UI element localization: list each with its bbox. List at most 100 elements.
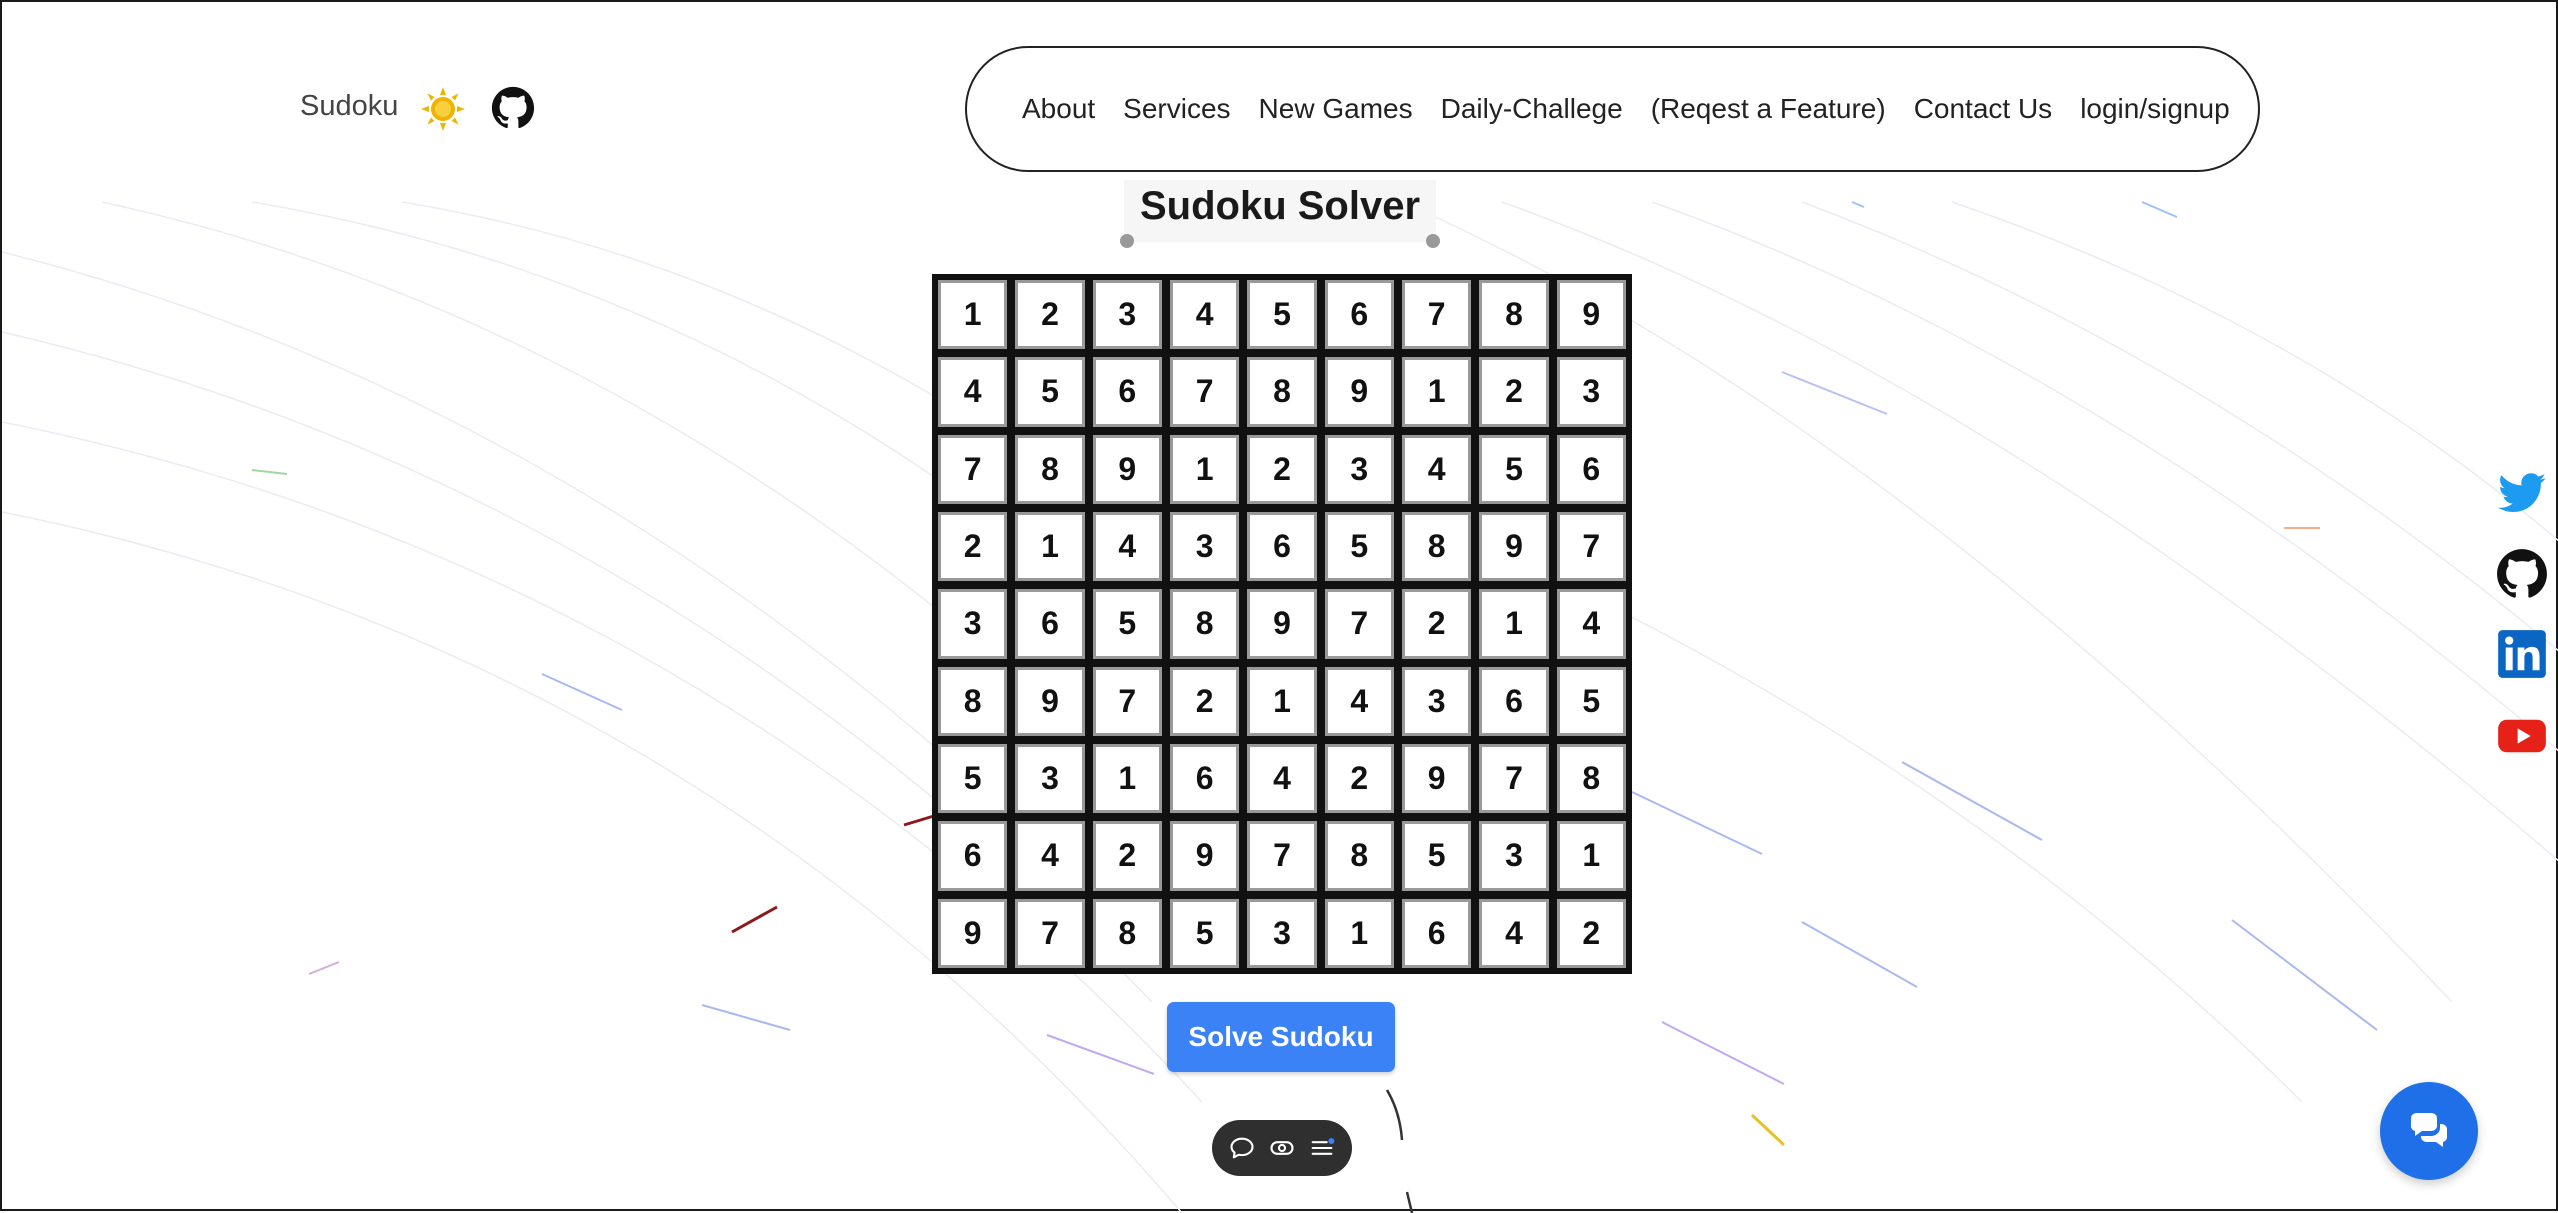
- sudoku-cell[interactable]: 3: [1402, 666, 1472, 736]
- sudoku-cell[interactable]: 4: [1556, 589, 1626, 659]
- sudoku-cell[interactable]: 9: [1556, 280, 1626, 350]
- sudoku-cell[interactable]: 9: [1247, 589, 1317, 659]
- sudoku-cell[interactable]: 8: [1324, 821, 1394, 891]
- sudoku-cell[interactable]: 7: [1170, 357, 1240, 427]
- nav-services[interactable]: Services: [1123, 93, 1230, 125]
- sudoku-cell[interactable]: 3: [938, 589, 1008, 659]
- sudoku-cell[interactable]: 5: [938, 744, 1008, 814]
- sudoku-cell[interactable]: 2: [1092, 821, 1162, 891]
- sudoku-cell[interactable]: 4: [1247, 744, 1317, 814]
- sudoku-cell[interactable]: 1: [1092, 744, 1162, 814]
- sudoku-cell[interactable]: 3: [1092, 280, 1162, 350]
- sudoku-cell[interactable]: 2: [1015, 280, 1085, 350]
- sudoku-cell[interactable]: 7: [1479, 744, 1549, 814]
- sudoku-cell[interactable]: 3: [1324, 434, 1394, 504]
- sudoku-cell[interactable]: 1: [1324, 898, 1394, 968]
- sun-icon[interactable]: [420, 86, 466, 132]
- sudoku-cell[interactable]: 3: [1015, 744, 1085, 814]
- sudoku-cell[interactable]: 7: [1402, 280, 1472, 350]
- nav-about[interactable]: About: [1022, 93, 1095, 125]
- sudoku-cell[interactable]: 6: [938, 821, 1008, 891]
- resize-handle-right[interactable]: [1426, 234, 1440, 248]
- sudoku-cell[interactable]: 2: [1324, 744, 1394, 814]
- eye-icon[interactable]: [1268, 1134, 1296, 1162]
- solve-sudoku-button[interactable]: Solve Sudoku: [1167, 1002, 1395, 1072]
- linkedin-icon[interactable]: [2496, 628, 2548, 680]
- nav-request-feature[interactable]: (Reqest a Feature): [1651, 93, 1886, 125]
- sudoku-cell[interactable]: 1: [1479, 589, 1549, 659]
- github-icon[interactable]: [2496, 548, 2548, 600]
- sudoku-cell[interactable]: 1: [1247, 666, 1317, 736]
- sudoku-cell[interactable]: 5: [1402, 821, 1472, 891]
- sudoku-cell[interactable]: 9: [1402, 744, 1472, 814]
- nav-login-signup[interactable]: login/signup: [2080, 93, 2229, 125]
- sudoku-cell[interactable]: 4: [1479, 898, 1549, 968]
- sudoku-cell[interactable]: 5: [1479, 434, 1549, 504]
- sudoku-cell[interactable]: 4: [1402, 434, 1472, 504]
- comment-icon[interactable]: [1228, 1134, 1256, 1162]
- brand-title[interactable]: Sudoku: [300, 90, 398, 123]
- sudoku-cell[interactable]: 1: [1402, 357, 1472, 427]
- sudoku-cell[interactable]: 7: [1556, 512, 1626, 582]
- sudoku-cell[interactable]: 8: [1170, 589, 1240, 659]
- sudoku-cell[interactable]: 7: [1247, 821, 1317, 891]
- sudoku-cell[interactable]: 5: [1247, 280, 1317, 350]
- sudoku-cell[interactable]: 3: [1170, 512, 1240, 582]
- sudoku-cell[interactable]: 3: [1556, 357, 1626, 427]
- sudoku-cell[interactable]: 2: [938, 512, 1008, 582]
- sudoku-cell[interactable]: 4: [1015, 821, 1085, 891]
- youtube-icon[interactable]: [2496, 710, 2548, 762]
- sudoku-cell[interactable]: 6: [1170, 744, 1240, 814]
- github-icon[interactable]: [491, 86, 535, 130]
- sudoku-cell[interactable]: 6: [1556, 434, 1626, 504]
- sudoku-cell[interactable]: 6: [1092, 357, 1162, 427]
- sudoku-cell[interactable]: 9: [1015, 666, 1085, 736]
- nav-new-games[interactable]: New Games: [1259, 93, 1413, 125]
- sudoku-cell[interactable]: 1: [1556, 821, 1626, 891]
- sudoku-cell[interactable]: 7: [1092, 666, 1162, 736]
- twitter-icon[interactable]: [2496, 468, 2548, 520]
- sudoku-cell[interactable]: 2: [1479, 357, 1549, 427]
- sudoku-cell[interactable]: 1: [1170, 434, 1240, 504]
- sudoku-cell[interactable]: 8: [1402, 512, 1472, 582]
- sudoku-cell[interactable]: 8: [1479, 280, 1549, 350]
- sudoku-cell[interactable]: 1: [1015, 512, 1085, 582]
- sudoku-cell[interactable]: 9: [938, 898, 1008, 968]
- sudoku-cell[interactable]: 5: [1556, 666, 1626, 736]
- sudoku-cell[interactable]: 2: [1556, 898, 1626, 968]
- sudoku-cell[interactable]: 9: [1092, 434, 1162, 504]
- sudoku-cell[interactable]: 1: [938, 280, 1008, 350]
- sudoku-cell[interactable]: 7: [1324, 589, 1394, 659]
- sudoku-cell[interactable]: 2: [1170, 666, 1240, 736]
- sudoku-cell[interactable]: 8: [1556, 744, 1626, 814]
- sudoku-cell[interactable]: 9: [1324, 357, 1394, 427]
- sudoku-cell[interactable]: 5: [1170, 898, 1240, 968]
- sudoku-cell[interactable]: 6: [1402, 898, 1472, 968]
- sudoku-cell[interactable]: 8: [938, 666, 1008, 736]
- sudoku-cell[interactable]: 7: [938, 434, 1008, 504]
- sudoku-cell[interactable]: 4: [938, 357, 1008, 427]
- chat-button[interactable]: [2380, 1082, 2478, 1180]
- nav-daily-challenge[interactable]: Daily-Challege: [1441, 93, 1623, 125]
- sudoku-cell[interactable]: 7: [1015, 898, 1085, 968]
- sudoku-cell[interactable]: 9: [1479, 512, 1549, 582]
- sudoku-cell[interactable]: 9: [1170, 821, 1240, 891]
- sudoku-cell[interactable]: 6: [1015, 589, 1085, 659]
- sudoku-cell[interactable]: 3: [1479, 821, 1549, 891]
- sudoku-cell[interactable]: 4: [1170, 280, 1240, 350]
- sudoku-cell[interactable]: 8: [1015, 434, 1085, 504]
- sudoku-cell[interactable]: 3: [1247, 898, 1317, 968]
- sudoku-cell[interactable]: 5: [1015, 357, 1085, 427]
- sudoku-cell[interactable]: 6: [1247, 512, 1317, 582]
- menu-icon[interactable]: [1308, 1134, 1336, 1162]
- sudoku-cell[interactable]: 4: [1092, 512, 1162, 582]
- sudoku-cell[interactable]: 2: [1402, 589, 1472, 659]
- sudoku-cell[interactable]: 8: [1247, 357, 1317, 427]
- sudoku-cell[interactable]: 5: [1324, 512, 1394, 582]
- resize-handle-left[interactable]: [1120, 234, 1134, 248]
- sudoku-cell[interactable]: 6: [1479, 666, 1549, 736]
- sudoku-cell[interactable]: 5: [1092, 589, 1162, 659]
- sudoku-cell[interactable]: 6: [1324, 280, 1394, 350]
- nav-contact-us[interactable]: Contact Us: [1914, 93, 2053, 125]
- sudoku-cell[interactable]: 8: [1092, 898, 1162, 968]
